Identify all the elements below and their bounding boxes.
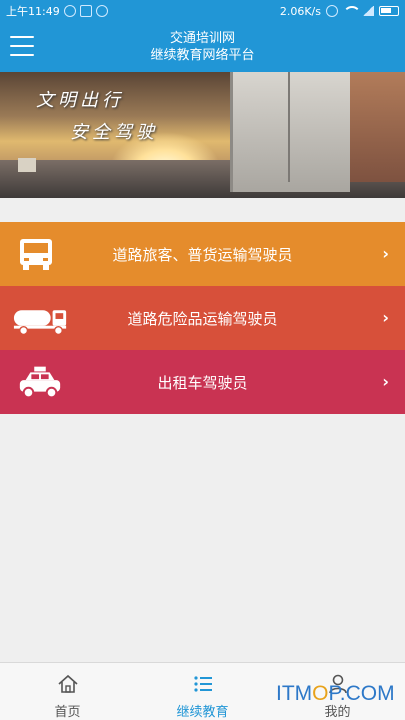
menu-item-passenger-freight-driver[interactable]: 道路旅客、普货运输驾驶员 › [0,222,405,286]
menu-item-label: 道路旅客、普货运输驾驶员 [112,245,293,264]
distant-bus [18,158,36,172]
accessibility-notification-icon [95,5,108,17]
watermark-part3: P.COM [328,682,395,705]
site-watermark: ITMOP.COM [276,682,395,706]
hamburger-menu-button[interactable] [10,36,34,58]
chevron-right-icon: › [382,244,389,263]
second-truck [350,72,405,182]
menu-line [10,45,34,47]
chevron-right-icon: › [382,372,389,391]
page-title: 交通培训网 继续教育网络平台 [100,30,305,64]
menu-item-hazardous-goods-driver[interactable]: 道路危险品运输驾驶员 › [0,286,405,350]
banner-slogan-line1: 文明出行 [36,90,124,111]
chevron-right-icon: › [382,308,389,327]
taxi-icon [19,366,61,399]
watermark-part2: O [312,682,329,705]
menu-line [10,36,34,38]
home-icon [57,674,78,693]
network-speed: 2.06K/s [279,4,321,18]
nav-item-home[interactable]: 首页 [0,663,135,720]
menu-line [10,54,34,56]
tanker-truck-icon [13,310,67,336]
menu-item-taxi-driver[interactable]: 出租车驾驶员 › [0,350,405,414]
nav-item-continuing-education[interactable]: 继续教育 [135,663,270,720]
page-title-line2: 继续教育网络平台 [150,48,255,63]
gallery-notification-icon [79,5,92,17]
status-time: 上午11:49 [6,5,60,18]
truck-trailer [230,72,350,192]
banner-slogan-line2: 安全驾驶 [70,122,158,143]
nav-item-label: 继续教育 [176,705,229,720]
bus-icon [20,239,52,270]
app-header: 交通培训网 继续教育网络平台 [0,22,405,72]
alarm-icon [326,5,338,17]
status-bar: 上午11:49 2.06K/s [0,0,405,22]
list-icon [193,676,212,692]
hero-banner: 文明出行 安全驾驶 [0,72,405,198]
wifi-icon [343,6,361,16]
page-title-line1: 交通培训网 [169,31,235,46]
app-notification-icon [63,5,76,17]
watermark-part1: ITM [276,682,313,705]
signal-icon [362,6,374,16]
battery-icon [379,6,399,16]
nav-item-label: 首页 [54,705,81,720]
